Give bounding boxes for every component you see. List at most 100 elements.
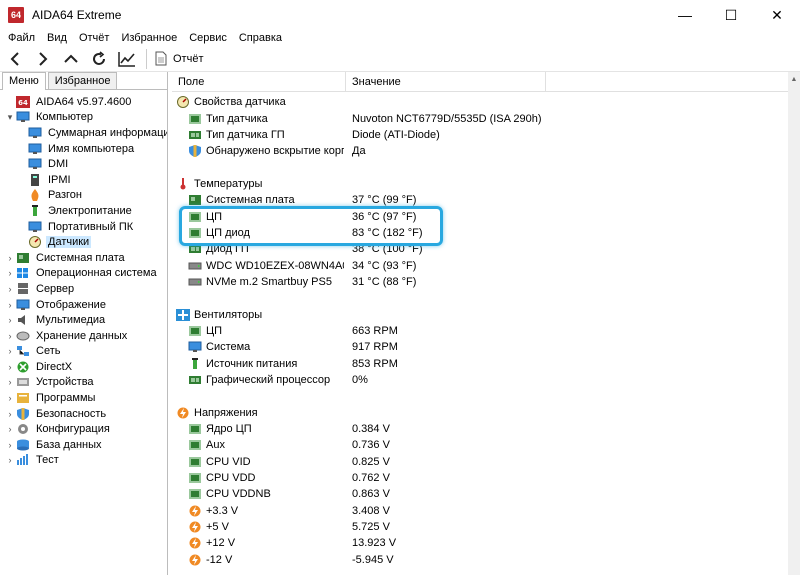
menu-favorites[interactable]: Избранное [115, 32, 183, 44]
sidebar-item[interactable]: Разгон [0, 188, 167, 204]
sidebar-item[interactable]: › Хранение данных [0, 328, 167, 344]
table-row[interactable]: Диод ГП 38 °C (100 °F) [172, 241, 800, 257]
tree-expander-icon[interactable]: › [4, 440, 16, 450]
sidebar-item[interactable]: IPMI [0, 172, 167, 188]
close-button[interactable]: ✕ [754, 0, 800, 30]
sidebar-item[interactable]: › Безопасность [0, 406, 167, 422]
table-row[interactable]: Система 917 RPM [172, 339, 800, 355]
sidebar-item[interactable]: › Системная плата [0, 250, 167, 266]
table-row[interactable]: Обнаружено вскрытие корпуса Да [172, 143, 800, 159]
table-row[interactable]: WDC WD10EZEX-08WN4A0 34 °C (93 °F) [172, 257, 800, 273]
tree-expander-icon[interactable]: › [4, 268, 16, 278]
menu-view[interactable]: Вид [41, 32, 73, 44]
table-row[interactable]: Тип датчика Nuvoton NCT6779D/5535D (ISA 2… [172, 110, 800, 126]
table-row[interactable]: CPU VDDNB 0.863 V [172, 486, 800, 502]
sidebar-item[interactable]: Электропитание [0, 203, 167, 219]
section-header[interactable]: Вентиляторы [172, 306, 800, 322]
table-row[interactable]: Системная плата 37 °C (99 °F) [172, 192, 800, 208]
field-cell: -12 V [172, 554, 344, 566]
sidebar-item[interactable]: › Конфигурация [0, 421, 167, 437]
sidebar-item[interactable]: › Мультимедиа [0, 312, 167, 328]
column-field-header[interactable]: Поле [172, 72, 346, 92]
sidebar-item[interactable]: › Сеть [0, 344, 167, 360]
table-row[interactable]: ЦП диод 83 °C (182 °F) [172, 225, 800, 241]
tab-menu[interactable]: Меню [2, 72, 46, 90]
power-icon [188, 357, 202, 370]
report-button[interactable]: Отчёт [155, 51, 203, 66]
voltage-icon [176, 407, 190, 419]
sidebar-item[interactable]: Датчики [0, 234, 167, 250]
maximize-button[interactable]: ☐ [708, 0, 754, 30]
table-row[interactable]: Графический процессор 0% [172, 372, 800, 388]
sidebar-item[interactable]: › Тест [0, 453, 167, 469]
sidebar-item[interactable]: Портативный ПК [0, 219, 167, 235]
forward-button[interactable] [30, 48, 56, 70]
voltage-icon [188, 537, 202, 549]
scroll-up-arrow[interactable]: ▲ [788, 72, 800, 86]
sidebar-item[interactable]: Имя компьютера [0, 141, 167, 157]
menu-file[interactable]: Файл [2, 32, 41, 44]
tree-expander-icon[interactable]: › [4, 284, 16, 294]
section-header[interactable]: Свойства датчика [172, 94, 800, 110]
tree-expander-icon[interactable]: › [4, 253, 16, 263]
table-row[interactable]: CPU VID 0.825 V [172, 454, 800, 470]
tree-expander-icon[interactable]: › [4, 331, 16, 341]
menu-report[interactable]: Отчёт [73, 32, 115, 44]
refresh-button[interactable] [86, 48, 112, 70]
sidebar-item[interactable]: › Сервер [0, 281, 167, 297]
chart-button[interactable] [114, 48, 140, 70]
table-row[interactable]: Aux 0.736 V [172, 437, 800, 453]
tree-expander-icon[interactable]: › [4, 300, 16, 310]
section-header[interactable]: Температуры [172, 176, 800, 192]
tree-expander-icon[interactable]: › [4, 424, 16, 434]
table-row[interactable]: +12 V 13.923 V [172, 535, 800, 551]
sidebar-item[interactable]: › Программы [0, 390, 167, 406]
sidebar-item[interactable]: › Операционная система [0, 266, 167, 282]
navigation-tree: 64 AIDA64 v5.97.4600 ▾ Компьютер Суммарная и… [0, 90, 167, 468]
tree-expander-icon[interactable]: › [4, 409, 16, 419]
table-row[interactable]: Тип датчика ГП Diode (ATI-Diode) [172, 127, 800, 143]
table-row[interactable]: Ядро ЦП 0.384 V [172, 421, 800, 437]
table-row[interactable]: ЦП 663 RPM [172, 323, 800, 339]
table-row[interactable]: +5 V 5.725 V [172, 519, 800, 535]
table-row[interactable]: CPU VDD 0.762 V [172, 470, 800, 486]
table-row[interactable]: +3.3 V 3.408 V [172, 503, 800, 519]
value-cell: 853 RPM [352, 357, 398, 370]
tree-expander-icon[interactable]: › [4, 455, 16, 465]
sidebar-item-label: Программы [36, 392, 96, 405]
tree-expander-icon[interactable]: › [4, 346, 16, 356]
table-row[interactable]: NVMe m.2 Smartbuy PS5 31 °C (88 °F) [172, 274, 800, 290]
back-button[interactable] [2, 48, 28, 70]
field-cell: CPU VDD [172, 472, 344, 484]
value-cell: 0.825 V [352, 455, 390, 468]
sidebar-item[interactable]: › Устройства [0, 375, 167, 391]
table-row[interactable]: ЦП 36 °C (97 °F) [172, 208, 800, 224]
field-label: Тип датчика [206, 112, 268, 125]
tab-favorites[interactable]: Избранное [47, 72, 118, 89]
tree-expander-icon[interactable]: ▾ [4, 112, 16, 123]
sidebar-item[interactable]: ▾ Компьютер [0, 110, 167, 126]
column-value-header[interactable]: Значение [346, 72, 546, 92]
tree-expander-icon[interactable]: › [4, 315, 16, 325]
value-cell: 34 °C (93 °F) [352, 259, 417, 272]
up-button[interactable] [58, 48, 84, 70]
toolbar-separator [146, 48, 147, 69]
sidebar-item[interactable]: Суммарная информация [0, 125, 167, 141]
sidebar-item[interactable]: › DirectX [0, 359, 167, 375]
table-row[interactable]: Источник питания 853 RPM [172, 356, 800, 372]
value-cell: Nuvoton NCT6779D/5535D (ISA 290h) [352, 112, 542, 125]
sidebar-item[interactable]: DMI [0, 156, 167, 172]
sidebar-item[interactable]: › Отображение [0, 297, 167, 313]
tree-expander-icon[interactable]: › [4, 362, 16, 372]
menu-help[interactable]: Справка [233, 32, 288, 44]
tree-expander-icon[interactable]: › [4, 393, 16, 403]
vertical-scrollbar[interactable]: ▲ [788, 72, 800, 575]
sidebar-item[interactable]: 64 AIDA64 v5.97.4600 [0, 94, 167, 110]
section-header[interactable]: Напряжения [172, 405, 800, 421]
table-row[interactable]: -12 V -5.945 V [172, 552, 800, 568]
tree-expander-icon[interactable]: › [4, 377, 16, 387]
minimize-button[interactable]: — [662, 0, 708, 30]
sidebar-item[interactable]: › База данных [0, 437, 167, 453]
menu-service[interactable]: Сервис [183, 32, 233, 44]
database-icon [16, 439, 30, 451]
